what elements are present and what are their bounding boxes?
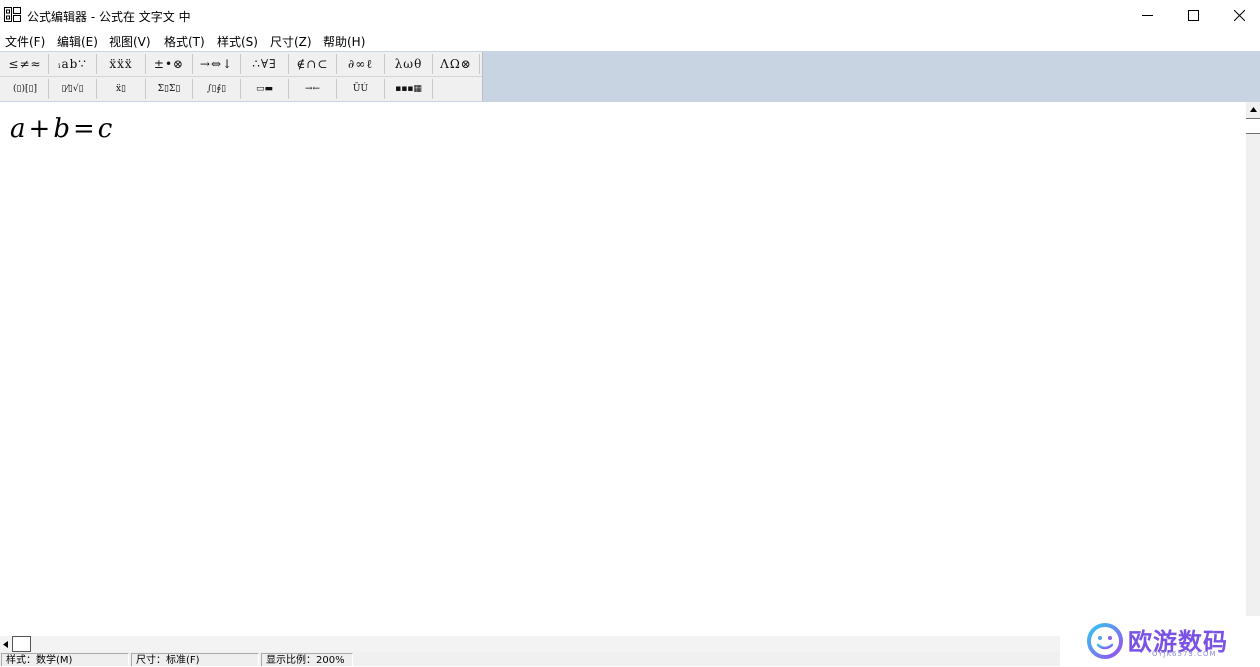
logical-symbols-button[interactable]: ∴∀∃ — [241, 54, 289, 74]
template-palette-row: (▯)[▯] ▯⁄▯√▯ ẍ▯ Σ▯Σ▯ ∫▯∮▯ ▭▬ →← ŪÚ ▪▪▪▦ — [0, 76, 482, 101]
scroll-up-button[interactable] — [1246, 102, 1260, 116]
vertical-scroll-thumb[interactable] — [1246, 118, 1260, 134]
operator-symbols-button[interactable]: ±•⊗ — [146, 54, 193, 74]
menu-edit[interactable]: 编辑(E) — [57, 33, 98, 50]
status-bar: 样式：数学(M) 尺寸：标准(F) 显示比例：200% — [0, 652, 1060, 666]
labeled-arrow-templates-button[interactable]: →← — [289, 79, 337, 99]
formula-plus-operator: + — [28, 114, 51, 144]
menu-help[interactable]: 帮助(H) — [323, 33, 365, 50]
menu-style[interactable]: 样式(S) — [217, 33, 258, 50]
title-bar: 公式编辑器 - 公式在 文字文 中 — [0, 0, 1260, 30]
formula[interactable]: a + b = c — [10, 114, 112, 144]
vertical-scrollbar[interactable] — [1246, 102, 1260, 636]
menu-bar: 文件(F) 编辑(E) 视图(V) 格式(T) 样式(S) 尺寸(Z) 帮助(H… — [0, 31, 1260, 51]
minimize-icon — [1141, 14, 1153, 16]
window-title: 公式编辑器 - 公式在 文字文 中 — [27, 10, 191, 24]
greek-lowercase-button[interactable]: λωθ — [385, 54, 433, 74]
maximize-button[interactable] — [1170, 0, 1216, 30]
menu-view[interactable]: 视图(V) — [109, 33, 151, 50]
arrow-up-icon — [1249, 106, 1257, 112]
underbar-overbar-templates-button[interactable]: ▭▬ — [241, 79, 289, 99]
fraction-radical-templates-button[interactable]: ▯⁄▯√▯ — [49, 79, 97, 99]
app-icon — [4, 7, 21, 22]
fence-templates-button[interactable]: (▯)[▯] — [2, 79, 49, 99]
formula-editor-area[interactable]: a + b = c — [0, 102, 1246, 636]
maximize-icon — [1187, 9, 1199, 21]
horizontal-scrollbar[interactable] — [0, 636, 1060, 652]
subscript-superscript-templates-button[interactable]: ẍ▯ — [97, 79, 146, 99]
arrow-left-icon — [3, 640, 8, 648]
close-icon — [1233, 9, 1245, 21]
formula-variable-a: a — [10, 114, 26, 144]
watermark-url: OYJK6573.COM — [1152, 650, 1217, 658]
summation-templates-button[interactable]: Σ▯Σ▯ — [146, 79, 193, 99]
minimize-button[interactable] — [1124, 0, 1170, 30]
matrix-templates-button[interactable]: ▪▪▪▦ — [385, 79, 433, 99]
formula-equals-operator: = — [72, 114, 95, 144]
menu-format[interactable]: 格式(T) — [164, 33, 205, 50]
close-button[interactable] — [1216, 0, 1260, 30]
menu-file[interactable]: 文件(F) — [5, 33, 45, 50]
watermark: 欧游数码 OYJK6573.COM — [1064, 616, 1260, 666]
set-theory-symbols-button[interactable]: ∉∩⊂ — [289, 54, 337, 74]
smiley-logo-icon — [1087, 623, 1123, 659]
symbol-palette-row: ≤≠≈ ᵢab∵ ẍẍẍ ±•⊗ →⇔↓ ∴∀∃ ∉∩⊂ ∂∞ℓ λωθ ΛΩ⊗ — [0, 52, 482, 76]
symbol-toolbar: ≤≠≈ ᵢab∵ ẍẍẍ ±•⊗ →⇔↓ ∴∀∃ ∉∩⊂ ∂∞ℓ λωθ ΛΩ⊗… — [0, 52, 483, 101]
misc-symbols-button[interactable]: ∂∞ℓ — [337, 54, 385, 74]
menu-size[interactable]: 尺寸(Z) — [270, 33, 312, 50]
scroll-left-button[interactable] — [0, 637, 11, 651]
horizontal-scroll-thumb[interactable] — [12, 636, 31, 652]
arrow-symbols-button[interactable]: →⇔↓ — [193, 54, 241, 74]
status-style: 样式：数学(M) — [1, 653, 129, 666]
integral-templates-button[interactable]: ∫▯∮▯ — [193, 79, 241, 99]
spaces-ellipses-button[interactable]: ᵢab∵ — [49, 54, 97, 74]
formula-variable-c: c — [97, 114, 113, 144]
formula-variable-b: b — [53, 114, 70, 144]
status-zoom: 显示比例：200% — [261, 653, 353, 666]
embellishments-button[interactable]: ẍẍẍ — [97, 54, 146, 74]
greek-uppercase-button[interactable]: ΛΩ⊗ — [433, 54, 480, 74]
status-size: 尺寸：标准(F) — [131, 653, 259, 666]
relational-symbols-button[interactable]: ≤≠≈ — [2, 54, 49, 74]
products-set-templates-button[interactable]: ŪÚ — [337, 79, 385, 99]
